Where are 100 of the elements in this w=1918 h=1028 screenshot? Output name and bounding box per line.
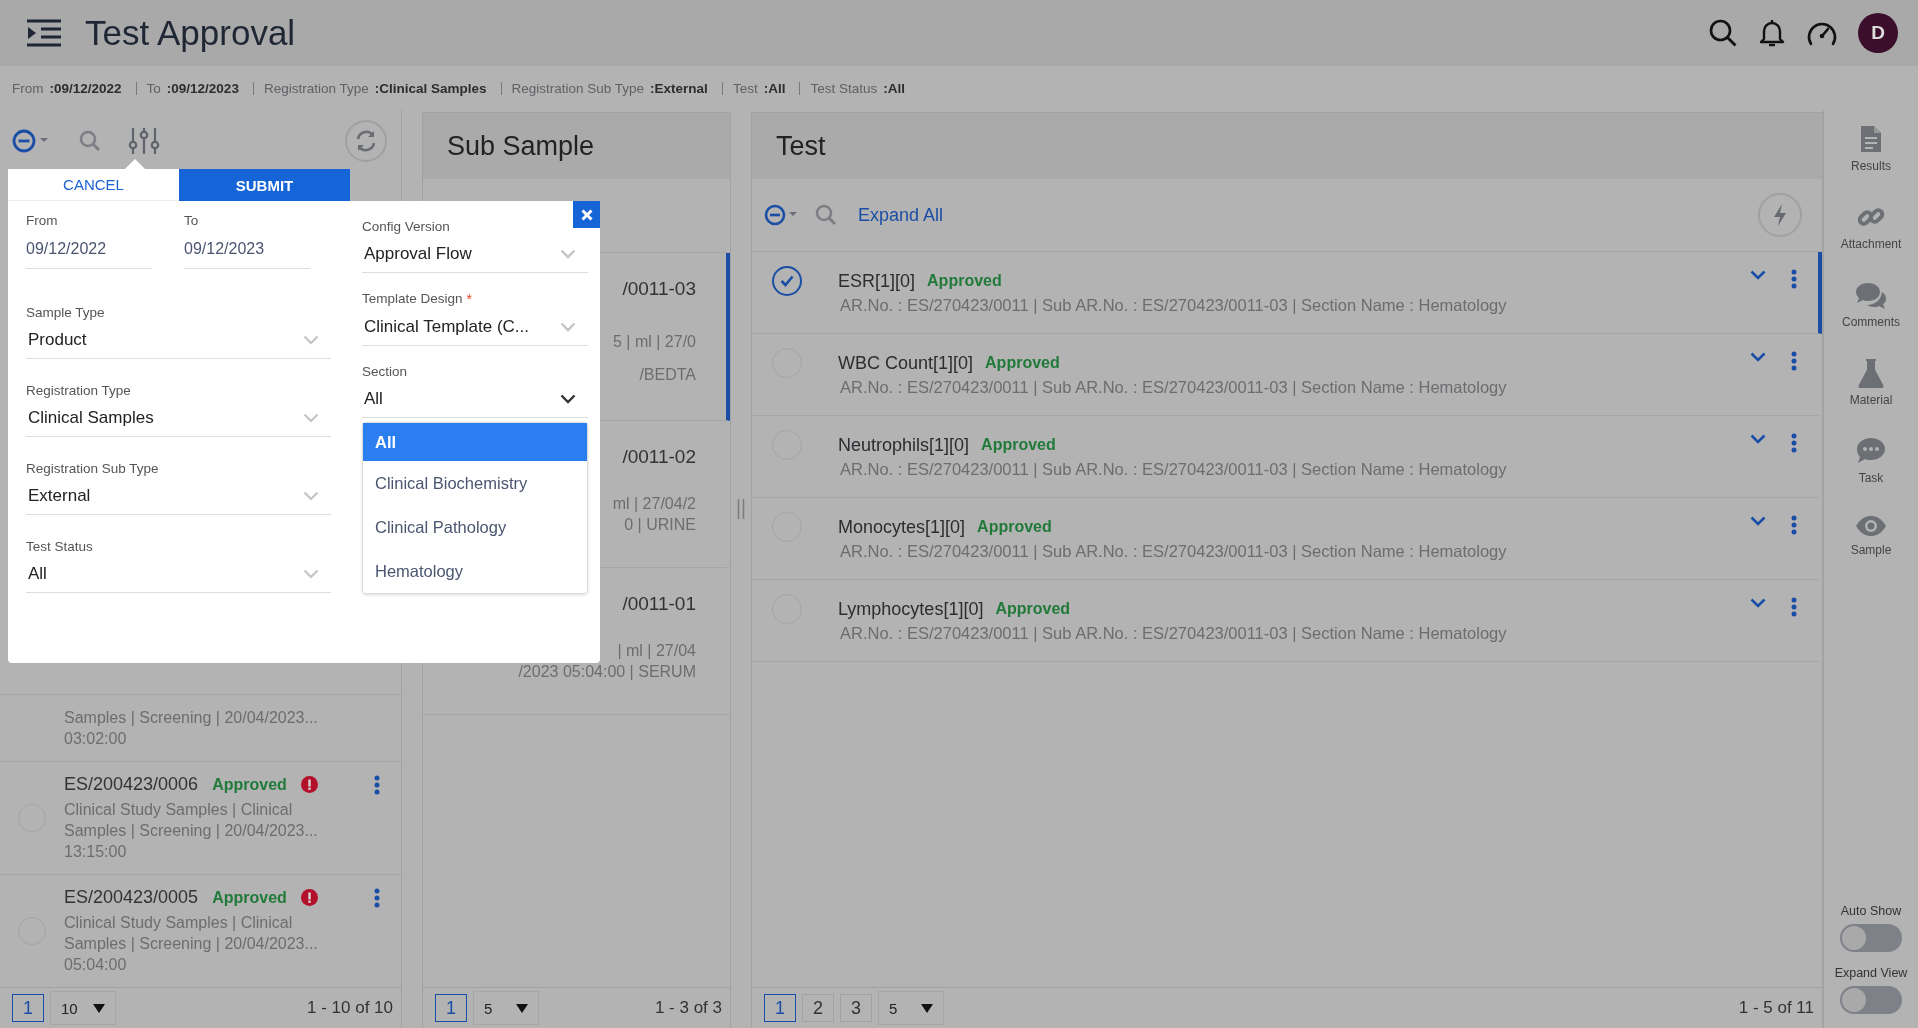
chevron-down-icon	[303, 413, 319, 423]
caret-icon	[516, 1003, 528, 1013]
search-icon	[814, 203, 838, 227]
page-button[interactable]: 1	[764, 994, 796, 1022]
chevron-down-icon	[303, 335, 319, 345]
chat-bubble-icon	[1855, 436, 1887, 466]
filter-value: :09/12/2022	[49, 80, 122, 96]
page-button[interactable]: 2	[802, 994, 834, 1022]
test-name: Lymphocytes[1][0]	[838, 598, 984, 620]
select-menu-button[interactable]	[764, 202, 800, 228]
filter-label: From	[12, 80, 44, 96]
filter-value: :09/12/2023	[166, 80, 239, 96]
chevron-down-icon	[1750, 352, 1766, 362]
sample-details: 03:02:00	[64, 729, 128, 749]
toggle-switch[interactable]	[1840, 986, 1902, 1014]
page-range: 1 - 3 of 3	[654, 998, 722, 1018]
page-range: 1 - 10 of 10	[307, 998, 393, 1018]
kebab-icon	[1791, 515, 1797, 535]
filter-label: Registration Sub Type	[511, 80, 645, 96]
dropdown-option[interactable]: Clinical Pathology	[363, 505, 587, 549]
expand-button[interactable]	[1750, 270, 1766, 280]
dropdown-option[interactable]: Clinical Biochemistry	[363, 461, 587, 505]
notifications-button[interactable]	[1758, 18, 1786, 48]
caret-icon	[93, 1003, 105, 1013]
eye-tool-button[interactable]: Sample	[1827, 508, 1915, 586]
page-button[interactable]: 3	[840, 994, 872, 1022]
chevron-down-icon	[303, 569, 319, 579]
select-field[interactable]: Registration Type Clinical Samples	[26, 369, 331, 437]
status-label: Approved	[212, 888, 287, 907]
link-tool-button[interactable]: Attachment	[1827, 196, 1915, 274]
select-field[interactable]: Section All	[362, 350, 588, 418]
flask-tool-button[interactable]: Material	[1827, 352, 1915, 430]
check-icon	[780, 275, 794, 287]
document-tool-button[interactable]: Results	[1827, 118, 1915, 196]
test-name: ESR[1][0]	[838, 270, 916, 292]
test-details: AR.No. : ES/270423/0011 | Sub AR.No. : ES/270423/0011-03 | Section Name : Hematology	[839, 459, 1508, 479]
comments-tool-button[interactable]: Comments	[1827, 274, 1915, 352]
eye-icon	[1854, 514, 1888, 538]
filter-value: :External	[650, 80, 708, 96]
test-details: AR.No. : ES/270423/0011 | Sub AR.No. : ES/270423/0011-03 | Section Name : Hematology	[839, 377, 1508, 397]
task-tool-button[interactable]: Task	[1827, 430, 1915, 508]
chevron-down-icon	[1750, 434, 1766, 444]
sample-details: 05:04:00	[64, 955, 128, 975]
dropdown-option[interactable]: All	[363, 423, 587, 461]
select-field[interactable]: Config Version Approval Flow	[362, 205, 588, 273]
date-field[interactable]: To 09/12/2023	[184, 213, 310, 269]
row-checkbox[interactable]	[772, 266, 802, 296]
splitter-handle[interactable]	[737, 499, 745, 519]
expand-button[interactable]	[1750, 434, 1766, 444]
search-icon	[1708, 18, 1738, 48]
status-label: Approved	[985, 354, 1060, 372]
chevron-down-icon	[1750, 516, 1766, 526]
panel-title: Test	[776, 130, 826, 162]
page-button[interactable]: 1	[435, 994, 467, 1022]
sample-details: Samples | Screening | 20/04/2023...	[64, 934, 319, 954]
status-label: Approved	[977, 518, 1052, 536]
filter-button[interactable]	[128, 126, 160, 156]
caret-icon	[921, 1003, 933, 1013]
user-avatar[interactable]: D	[1858, 13, 1898, 53]
select-field[interactable]: Sample Type Product	[26, 291, 331, 359]
status-label: Approved	[995, 600, 1071, 618]
date-field[interactable]: From 09/12/2022	[26, 213, 152, 269]
filter-value: :Clinical Samples	[374, 80, 487, 96]
select-field[interactable]: Template Design * Clinical Template (C...	[362, 277, 588, 346]
expand-button[interactable]	[1750, 516, 1766, 526]
expand-all-link[interactable]: Expand All	[858, 204, 944, 226]
submit-button[interactable]: SUBMIT	[179, 169, 350, 201]
sample-details: Clinical Study Samples | Clinical	[64, 913, 294, 933]
filter-label: Test Status	[810, 80, 878, 96]
kebab-icon	[1791, 597, 1797, 617]
page-size-select[interactable]: 5	[878, 991, 944, 1025]
expand-button[interactable]	[1750, 352, 1766, 362]
page-range: 1 - 5 of 11	[1738, 998, 1814, 1018]
dropdown-option[interactable]: Hematology	[363, 549, 587, 593]
refresh-button[interactable]	[345, 120, 387, 162]
test-name: WBC Count[1][0]	[838, 352, 974, 374]
select-field[interactable]: Test Status All	[26, 525, 331, 593]
toggle-label: Expand View	[1834, 966, 1908, 980]
select-field[interactable]: Registration Sub Type External	[26, 447, 331, 515]
minus-circle-icon	[764, 202, 800, 228]
close-button[interactable]	[573, 201, 600, 228]
quick-action-button[interactable]	[1758, 193, 1802, 237]
search-button[interactable]	[1708, 18, 1738, 48]
lightning-icon	[1772, 203, 1788, 227]
test-details: AR.No. : ES/270423/0011 | Sub AR.No. : ES/270423/0011-03 | Section Name : Hematology	[839, 295, 1508, 315]
toggle-switch[interactable]	[1840, 924, 1902, 952]
test-name: Neutrophils[1][0]	[838, 434, 970, 456]
status-label: Approved	[212, 775, 287, 794]
kebab-icon	[1791, 433, 1797, 453]
expand-button[interactable]	[1750, 598, 1766, 608]
page-title: Test Approval	[85, 13, 296, 53]
menu-button[interactable]	[25, 18, 63, 48]
test-name: Monocytes[1][0]	[838, 516, 966, 538]
sample-details: Samples | Screening | 20/04/2023...	[64, 708, 319, 728]
test-details: AR.No. : ES/270423/0011 | Sub AR.No. : ES/270423/0011-03 | Section Name : Hematology	[839, 623, 1508, 643]
filter-label: To	[146, 80, 161, 96]
page-size-select[interactable]: 5	[473, 991, 539, 1025]
page-size-select[interactable]: 10	[50, 991, 116, 1025]
kebab-icon	[374, 888, 380, 908]
page-button[interactable]: 1	[12, 994, 44, 1022]
